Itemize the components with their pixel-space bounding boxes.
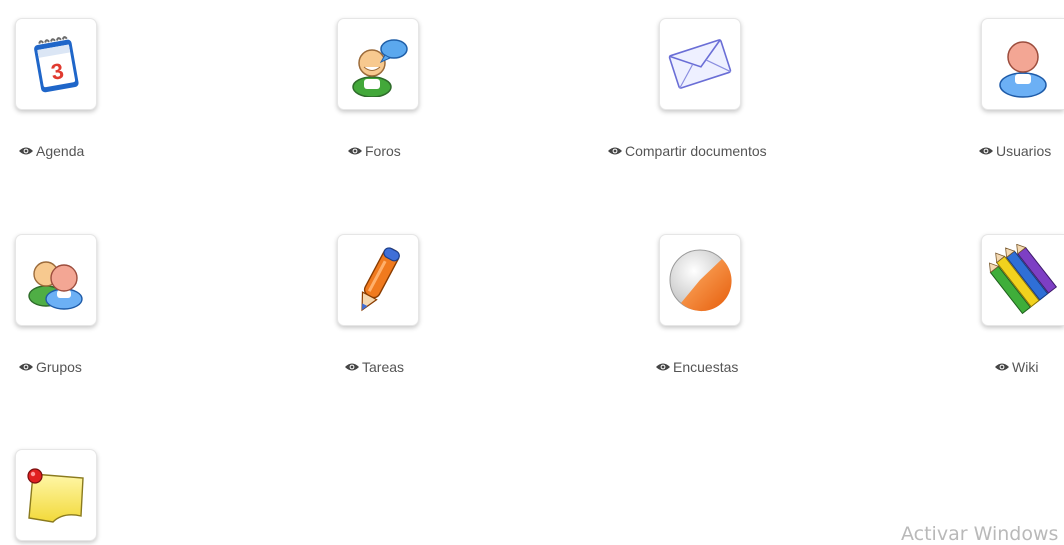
tool-foros-tile[interactable]: [337, 18, 419, 110]
colored-pencils-icon: [988, 244, 1058, 315]
tool-wiki-tile[interactable]: [981, 234, 1064, 326]
eye-icon: [995, 363, 1009, 371]
tool-foros-link[interactable]: Foros: [348, 143, 401, 159]
tool-grupos-tile[interactable]: [15, 234, 97, 326]
tool-usuarios-label: Usuarios: [996, 143, 1052, 159]
tool-encuestas-link[interactable]: Encuestas: [656, 359, 738, 375]
calendar-icon: 3: [34, 36, 79, 93]
tool-wiki-link[interactable]: Wiki: [995, 359, 1038, 375]
forum-chat-icon: [352, 39, 408, 97]
tool-foros-label: Foros: [365, 143, 401, 159]
tool-wiki-label: Wiki: [1012, 359, 1039, 375]
tool-agenda-link[interactable]: Agenda: [19, 143, 84, 159]
eye-icon: [656, 363, 670, 371]
user-icon: [999, 41, 1047, 98]
tool-agenda-label: Agenda: [36, 143, 85, 159]
group-users-icon: [28, 261, 83, 310]
tool-compartir-documentos-link[interactable]: Compartir documentos: [608, 143, 767, 159]
tool-usuarios-tile[interactable]: [981, 18, 1064, 110]
tool-encuestas-tile[interactable]: [659, 234, 741, 326]
tool-grupos-label: Grupos: [36, 359, 82, 375]
sticky-note-icon: [27, 468, 84, 523]
tool-grupos-link[interactable]: Grupos: [19, 359, 82, 375]
pie-chart-icon: [669, 249, 732, 312]
pencil-icon: [361, 247, 400, 312]
activation-watermark: Activar Windows: [901, 523, 1059, 545]
tool-tareas-link[interactable]: Tareas: [345, 359, 404, 375]
tool-encuestas-label: Encuestas: [673, 359, 739, 375]
envelope-icon: [668, 39, 732, 89]
tool-notes-tile[interactable]: [15, 449, 97, 541]
eye-icon: [348, 147, 362, 155]
eye-icon: [345, 363, 359, 371]
tool-compartir-documentos-label: Compartir documentos: [625, 143, 767, 159]
tool-agenda-tile[interactable]: 3: [15, 18, 97, 110]
tool-compartir-documentos-tile[interactable]: [659, 18, 741, 110]
tool-tareas-tile[interactable]: [337, 234, 419, 326]
eye-icon: [19, 147, 33, 155]
tool-tareas-label: Tareas: [362, 359, 405, 375]
eye-icon: [608, 147, 622, 155]
tool-usuarios-link[interactable]: Usuarios: [979, 143, 1051, 159]
eye-icon: [979, 147, 993, 155]
eye-icon: [19, 363, 33, 371]
